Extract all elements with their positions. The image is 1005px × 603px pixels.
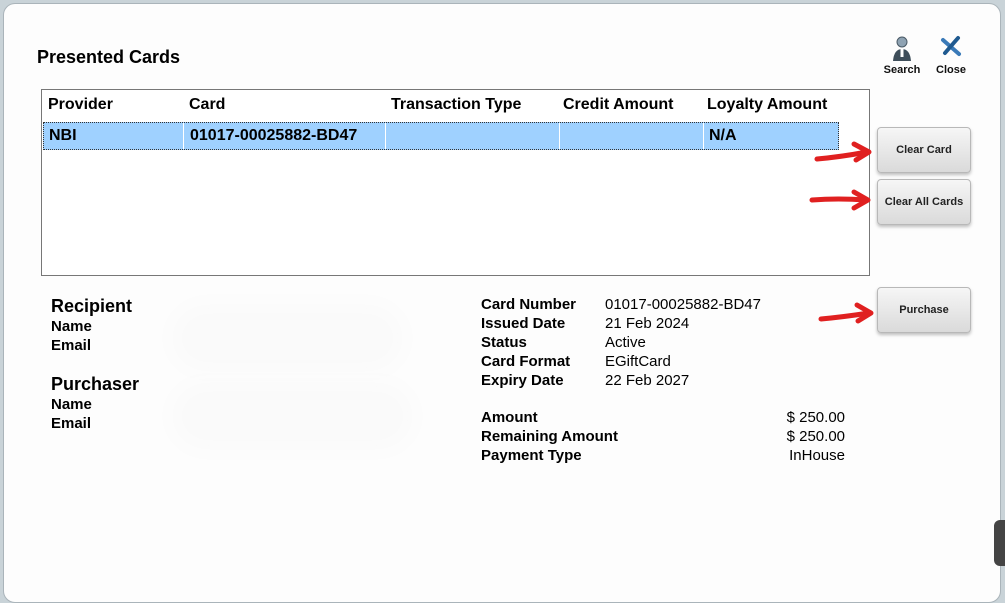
payment-type-value: InHouse bbox=[789, 447, 845, 464]
status-value: Active bbox=[605, 334, 646, 351]
column-header-loyalty-amount[interactable]: Loyalty Amount bbox=[707, 96, 827, 114]
cell-credit-amount bbox=[559, 123, 704, 149]
cell-loyalty-amount: N/A bbox=[709, 127, 737, 144]
purchaser-title: Purchaser bbox=[51, 374, 140, 394]
status-label: Status bbox=[481, 334, 527, 351]
annotation-arrow-clear-all-cards bbox=[809, 189, 871, 211]
recipient-name-label: Name bbox=[51, 318, 92, 335]
purchaser-email-label: Email bbox=[51, 415, 92, 432]
remaining-amount-value: $ 250.00 bbox=[786, 428, 845, 445]
annotation-arrow-purchase bbox=[818, 302, 874, 324]
close-icon bbox=[941, 36, 961, 56]
cards-table: Provider Card Transaction Type Credit Am… bbox=[41, 89, 870, 276]
cell-provider: NBI bbox=[44, 123, 184, 149]
search-button[interactable]: Search bbox=[877, 34, 927, 78]
expiry-date-label: Expiry Date bbox=[481, 372, 564, 389]
close-button[interactable]: Close bbox=[926, 34, 976, 78]
redacted-recipient-info bbox=[185, 318, 390, 358]
user-search-icon bbox=[893, 36, 911, 61]
cell-card: 01017-00025882-BD47 bbox=[184, 123, 386, 149]
recipient-title: Recipient bbox=[51, 296, 133, 316]
annotation-arrow-clear-card bbox=[814, 141, 872, 163]
card-number-value: 01017-00025882-BD47 bbox=[605, 296, 761, 313]
amount-label: Amount bbox=[481, 409, 538, 426]
purchaser-name-label: Name bbox=[51, 396, 92, 413]
payment-type-label: Payment Type bbox=[481, 447, 582, 464]
remaining-amount-label: Remaining Amount bbox=[481, 428, 618, 445]
close-label: Close bbox=[936, 64, 966, 76]
card-format-value: EGiftCard bbox=[605, 353, 671, 370]
recipient-email-label: Email bbox=[51, 337, 92, 354]
issued-date-value: 21 Feb 2024 bbox=[605, 315, 690, 332]
table-row[interactable]: NBI 01017-00025882-BD47 N/A bbox=[43, 122, 839, 150]
page-title: Presented Cards bbox=[37, 47, 181, 67]
cell-transaction-type bbox=[386, 123, 560, 149]
redacted-purchaser-info bbox=[185, 396, 400, 436]
card-format-label: Card Format bbox=[481, 353, 571, 370]
column-header-card[interactable]: Card bbox=[189, 96, 225, 114]
search-label: Search bbox=[883, 64, 921, 76]
card-number-label: Card Number bbox=[481, 296, 577, 313]
column-header-transaction-type[interactable]: Transaction Type bbox=[391, 96, 521, 114]
expiry-date-value: 22 Feb 2027 bbox=[605, 372, 690, 389]
amount-value: $ 250.00 bbox=[786, 409, 845, 426]
side-panel-tab[interactable] bbox=[994, 520, 1005, 566]
table-header: Provider Card Transaction Type Credit Am… bbox=[42, 90, 869, 120]
purchase-button[interactable]: Purchase bbox=[877, 287, 971, 333]
column-header-credit-amount[interactable]: Credit Amount bbox=[563, 96, 674, 114]
column-header-provider[interactable]: Provider bbox=[48, 96, 113, 114]
clear-all-cards-button[interactable]: Clear All Cards bbox=[877, 179, 971, 225]
issued-date-label: Issued Date bbox=[481, 315, 566, 332]
clear-card-button[interactable]: Clear Card bbox=[877, 127, 971, 173]
